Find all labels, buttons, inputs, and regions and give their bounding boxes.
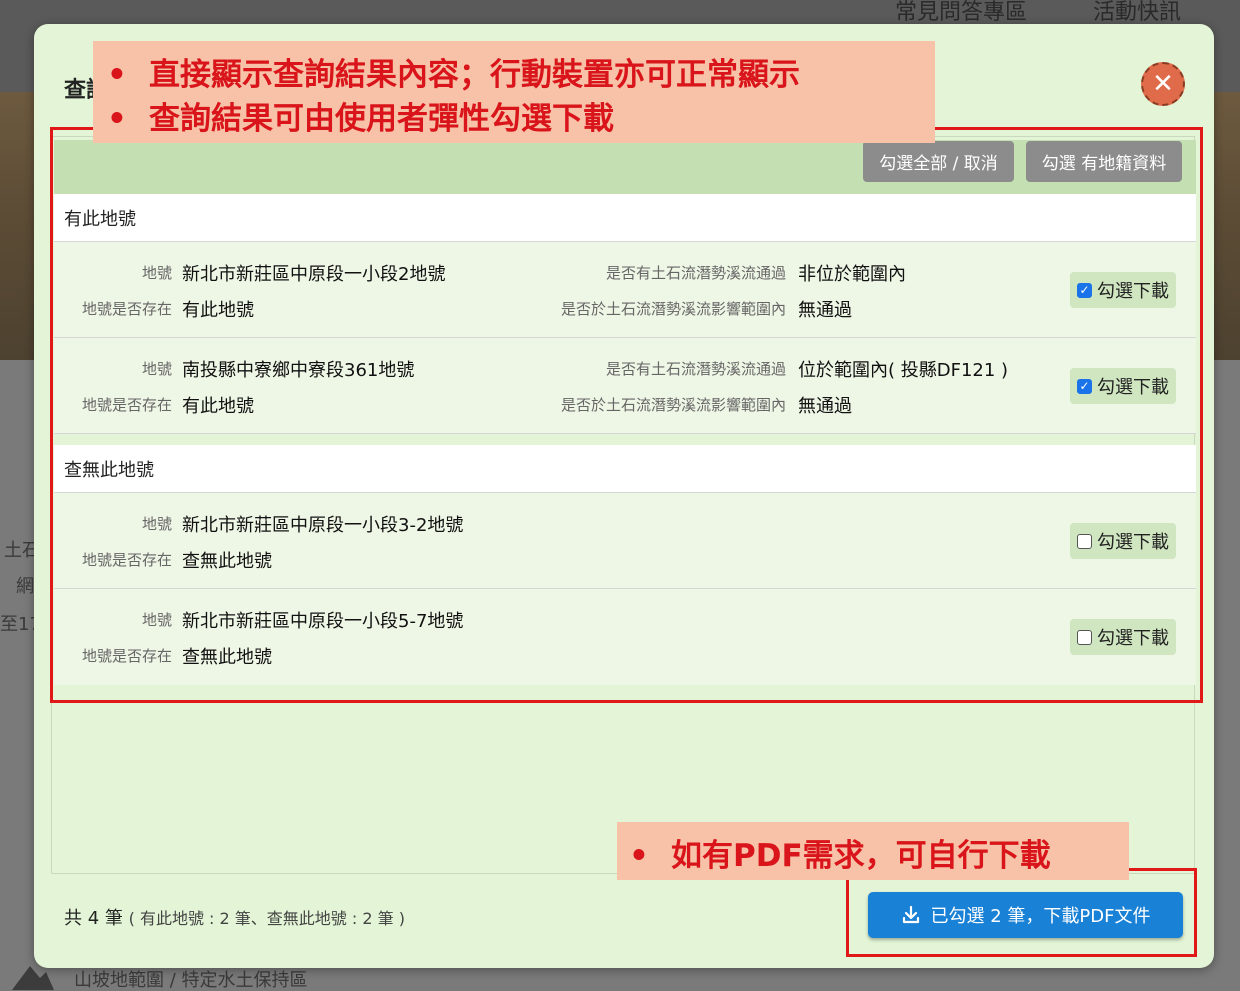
annotation-callout-top: • 直接顯示查詢結果內容；行動裝置亦可正常顯示 • 查詢結果可由使用者彈性勾選下載 [93, 41, 935, 143]
bg-nav-faq[interactable]: 常見問答專區 [895, 0, 1027, 26]
highlight-box-pdf [846, 868, 1197, 957]
annotation-callout-pdf: • 如有PDF需求，可自行下載 [617, 822, 1129, 880]
callout-text: 如有PDF需求，可自行下載 [671, 838, 1051, 874]
bullet-icon: • [629, 838, 649, 874]
summary-detail: ( 有此地號 : 2 筆、查無此地號 : 2 筆 ) [128, 909, 405, 928]
callout-line: • 直接顯示查詢結果內容；行動裝置亦可正常顯示 [107, 49, 800, 94]
callout-line: • 如有PDF需求，可自行下載 [629, 830, 1051, 875]
callout-text: 查詢結果可由使用者彈性勾選下載 [149, 101, 614, 137]
close-icon[interactable]: ✕ [1141, 62, 1185, 106]
bg-side-text: 網 [16, 576, 34, 597]
bullet-icon: • [107, 57, 127, 93]
summary-total: 共 4 筆 [64, 908, 123, 929]
bg-bottom-link[interactable]: 山坡地範圍 / 特定水土保持區 [74, 966, 308, 991]
callout-text: 直接顯示查詢結果內容；行動裝置亦可正常顯示 [149, 57, 800, 93]
bg-nav-events[interactable]: 活動快訊 [1093, 0, 1181, 26]
bullet-icon: • [107, 101, 127, 137]
result-summary: 共 4 筆 ( 有此地號 : 2 筆、查無此地號 : 2 筆 ) [64, 904, 405, 930]
highlight-box-results [50, 127, 1203, 703]
callout-line: • 查詢結果可由使用者彈性勾選下載 [107, 93, 614, 138]
